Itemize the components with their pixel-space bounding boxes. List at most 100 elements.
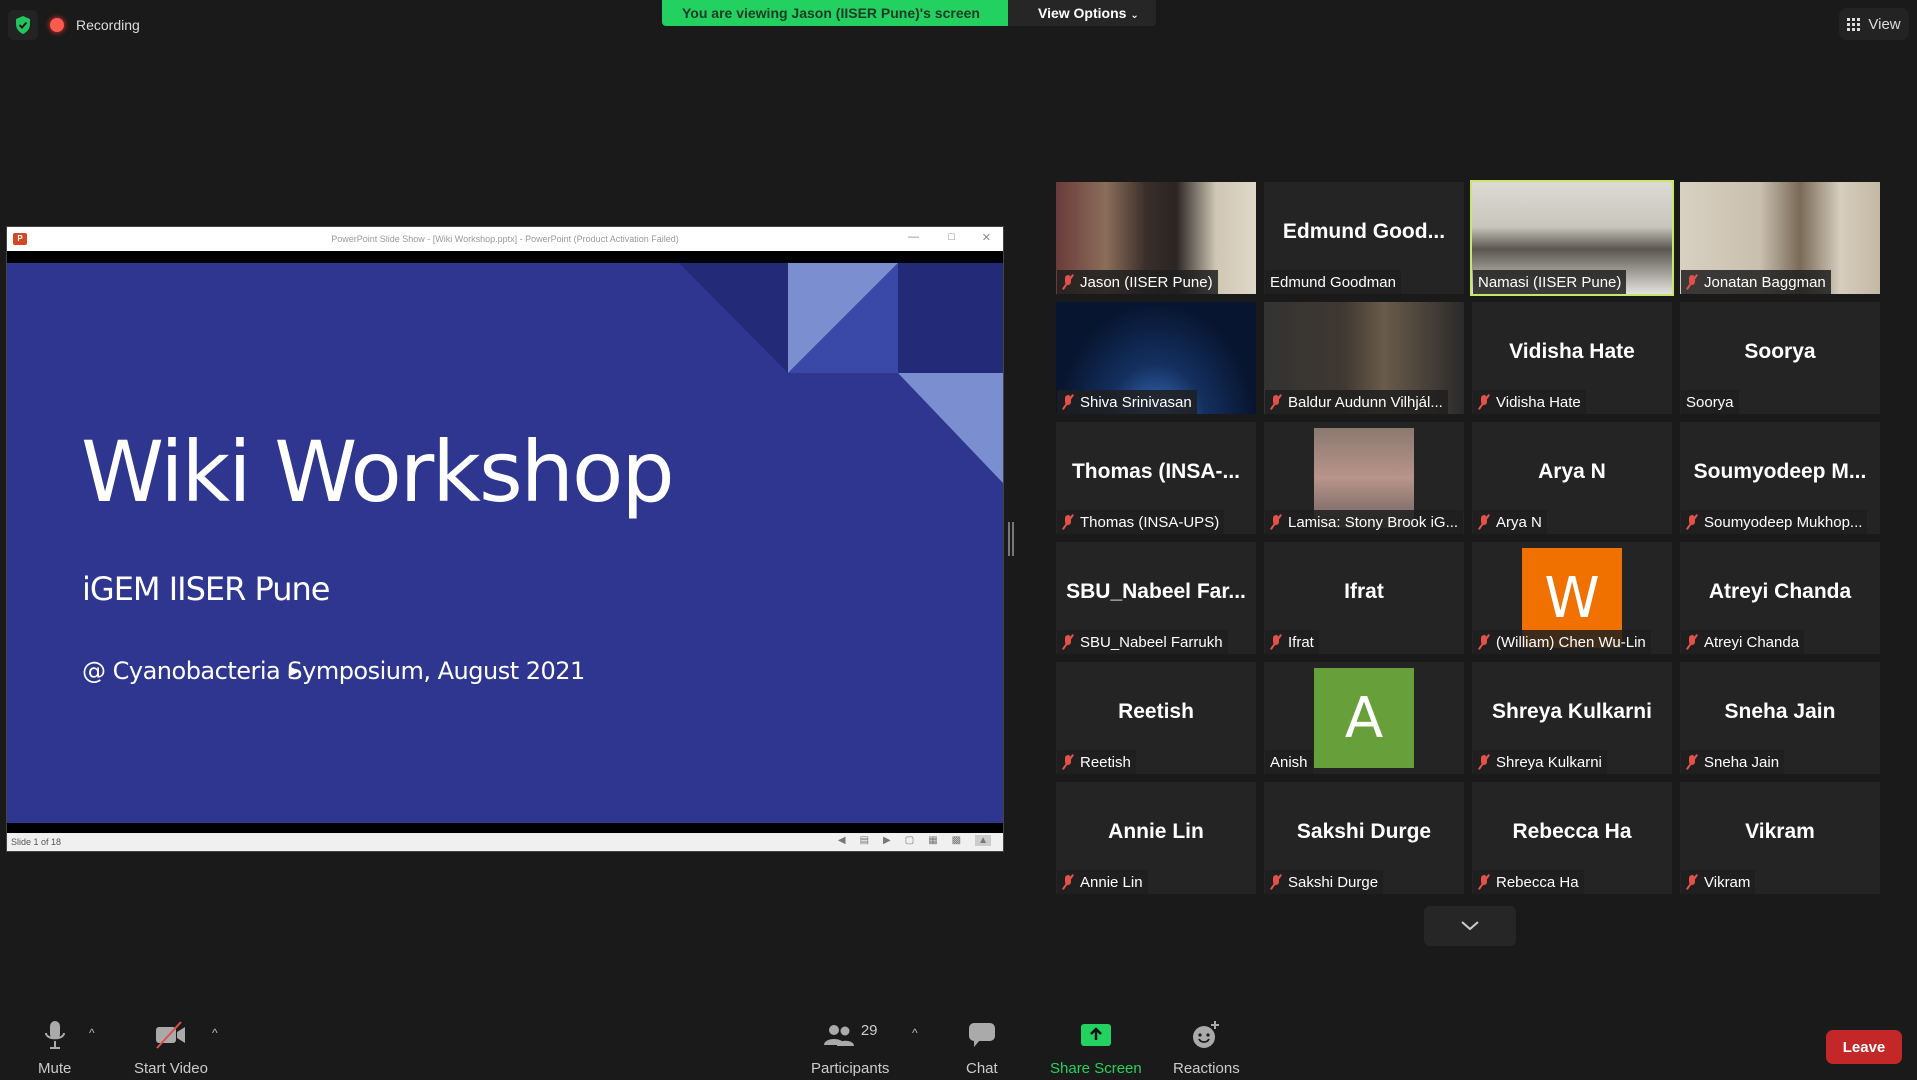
- participant-name: Thomas (INSA-UPS): [1080, 513, 1220, 531]
- participant-tile[interactable]: Sakshi Durge Sakshi Durge: [1264, 782, 1464, 894]
- share-screen-label: Share Screen: [1050, 1060, 1142, 1077]
- mute-label: Mute: [38, 1060, 72, 1077]
- participants-button[interactable]: 29 Participants: [811, 1018, 890, 1078]
- participant-tile[interactable]: Namasi (IISER Pune): [1470, 180, 1674, 296]
- chat-icon: [968, 1023, 995, 1047]
- view-options-button[interactable]: View Options ⌄: [1008, 0, 1156, 26]
- mic-muted-icon: [1478, 514, 1490, 530]
- participant-name: SBU_Nabeel Farrukh: [1080, 633, 1223, 651]
- minimize-icon[interactable]: —: [908, 231, 919, 243]
- recording-dot-icon: [50, 18, 64, 32]
- participant-tile[interactable]: Jonatan Baggman: [1680, 182, 1880, 294]
- reading-view-icon[interactable]: ▩: [952, 835, 961, 846]
- participant-name: Jason (IISER Pune): [1080, 273, 1213, 291]
- participant-name: Sakshi Durge: [1288, 873, 1379, 891]
- participant-tile[interactable]: Lamisa: Stony Brook iG...: [1264, 422, 1464, 534]
- ppt-titlebar: P PowerPoint Slide Show - [Wiki Workshop…: [7, 227, 1003, 251]
- participant-tile[interactable]: SBU_Nabeel Far... SBU_Nabeel Farrukh: [1056, 542, 1256, 654]
- slide-sorter-icon[interactable]: ▦: [928, 835, 937, 846]
- maximize-icon[interactable]: □: [948, 231, 955, 243]
- participant-tile[interactable]: Soorya Soorya: [1680, 302, 1880, 414]
- mic-muted-icon: [1062, 874, 1074, 890]
- next-slide-icon[interactable]: ▶: [883, 835, 891, 846]
- participant-tile[interactable]: Vidisha Hate Vidisha Hate: [1472, 302, 1672, 414]
- participant-display-name: Vikram: [1745, 820, 1815, 843]
- participants-count: 29: [860, 1021, 878, 1039]
- participant-name-bar: Soumyodeep Mukhop...: [1681, 510, 1868, 534]
- participant-display-name: Reetish: [1118, 700, 1194, 723]
- mic-muted-icon: [1062, 634, 1074, 650]
- leave-button[interactable]: Leave: [1826, 1030, 1902, 1064]
- participant-tile[interactable]: Thomas (INSA-... Thomas (INSA-UPS): [1056, 422, 1256, 534]
- video-off-icon: [155, 1021, 185, 1049]
- participant-name: Annie Lin: [1080, 873, 1143, 891]
- participant-tile[interactable]: Arya N Arya N: [1472, 422, 1672, 534]
- split-view-handle[interactable]: [1008, 522, 1014, 556]
- participant-display-name: Ifrat: [1344, 580, 1384, 603]
- mic-muted-icon: [1062, 394, 1074, 410]
- participant-display-name: Atreyi Chanda: [1708, 580, 1852, 603]
- participant-name: Soumyodeep Mukhop...: [1704, 513, 1863, 531]
- mic-muted-icon: [1478, 394, 1490, 410]
- view-button[interactable]: View: [1839, 8, 1909, 40]
- participant-tile[interactable]: Soumyodeep M... Soumyodeep Mukhop...: [1680, 422, 1880, 534]
- participant-name-bar: Namasi (IISER Pune): [1473, 270, 1627, 294]
- participant-name-bar: SBU_Nabeel Farrukh: [1057, 630, 1228, 654]
- participant-tile[interactable]: W (William) Chen Wu-Lin: [1472, 542, 1672, 654]
- start-video-button[interactable]: Start Video: [134, 1018, 208, 1077]
- mute-button[interactable]: Mute: [38, 1018, 71, 1077]
- participant-tile[interactable]: Shiva Srinivasan: [1056, 302, 1256, 414]
- previous-slide-icon[interactable]: ◀: [838, 835, 846, 846]
- participant-name-bar: Annie Lin: [1057, 870, 1148, 894]
- recording-indicator[interactable]: Recording: [50, 15, 140, 35]
- participant-name-bar: Reetish: [1057, 750, 1136, 774]
- grid-view-icon: [1847, 17, 1861, 31]
- slide-title: Wiki Workshop: [81, 423, 675, 521]
- mic-muted-icon: [1686, 874, 1698, 890]
- share-screen-button[interactable]: Share Screen: [1050, 1018, 1142, 1077]
- participant-tile[interactable]: Shreya Kulkarni Shreya Kulkarni: [1472, 662, 1672, 774]
- participant-tile[interactable]: Reetish Reetish: [1056, 662, 1256, 774]
- slideshow-view-icon[interactable]: ▲: [975, 835, 991, 846]
- participant-name: Rebecca Ha: [1496, 873, 1579, 891]
- start-video-label: Start Video: [134, 1060, 208, 1077]
- mic-muted-icon: [1686, 274, 1698, 290]
- reactions-button[interactable]: Reactions: [1173, 1018, 1240, 1077]
- participant-tile[interactable]: Baldur Audunn Vilhjál...: [1264, 302, 1464, 414]
- video-options-caret[interactable]: ^: [212, 1026, 218, 1040]
- gallery-next-page-button[interactable]: [1424, 906, 1516, 946]
- close-icon[interactable]: ✕: [982, 231, 991, 244]
- participant-tile[interactable]: Ifrat Ifrat: [1264, 542, 1464, 654]
- participants-label: Participants: [811, 1060, 890, 1077]
- participant-tile[interactable]: Annie Lin Annie Lin: [1056, 782, 1256, 894]
- slide-menu-icon[interactable]: ▤: [860, 835, 869, 846]
- participant-name: Anish: [1270, 753, 1308, 771]
- participant-tile[interactable]: Vikram Vikram: [1680, 782, 1880, 894]
- participant-name: Arya N: [1496, 513, 1542, 531]
- participant-gallery: Jason (IISER Pune) Edmund Good... Edmund G…: [1056, 180, 1882, 894]
- chat-button[interactable]: Chat: [966, 1018, 998, 1077]
- mic-muted-icon: [1686, 514, 1698, 530]
- participants-options-caret[interactable]: ^: [912, 1026, 918, 1040]
- participant-name-bar: Shreya Kulkarni: [1473, 750, 1607, 774]
- normal-view-icon[interactable]: ▢: [905, 835, 914, 846]
- mic-muted-icon: [1062, 514, 1074, 530]
- viewing-banner: You are viewing Jason (IISER Pune)'s scr…: [662, 0, 1156, 26]
- security-button[interactable]: [8, 10, 38, 40]
- participant-tile[interactable]: Jason (IISER Pune): [1056, 182, 1256, 294]
- participant-name: Shreya Kulkarni: [1496, 753, 1602, 771]
- participant-name-bar: Sneha Jain: [1681, 750, 1785, 774]
- participant-name: Sneha Jain: [1704, 753, 1780, 771]
- participant-tile[interactable]: Edmund Good... Edmund Goodman: [1264, 182, 1464, 294]
- audio-options-caret[interactable]: ^: [89, 1026, 95, 1040]
- participant-name-bar: Baldur Audunn Vilhjál...: [1265, 390, 1448, 414]
- participant-tile[interactable]: Sneha Jain Sneha Jain: [1680, 662, 1880, 774]
- participant-name: Soorya: [1686, 393, 1734, 411]
- mic-muted-icon: [1478, 634, 1490, 650]
- share-screen-icon: [1080, 1024, 1111, 1046]
- participant-tile[interactable]: Rebecca Ha Rebecca Ha: [1472, 782, 1672, 894]
- participant-name-bar: Atreyi Chanda: [1681, 630, 1805, 654]
- participant-tile[interactable]: Atreyi Chanda Atreyi Chanda: [1680, 542, 1880, 654]
- participant-tile[interactable]: A Anish: [1264, 662, 1464, 774]
- participant-name: Atreyi Chanda: [1704, 633, 1800, 651]
